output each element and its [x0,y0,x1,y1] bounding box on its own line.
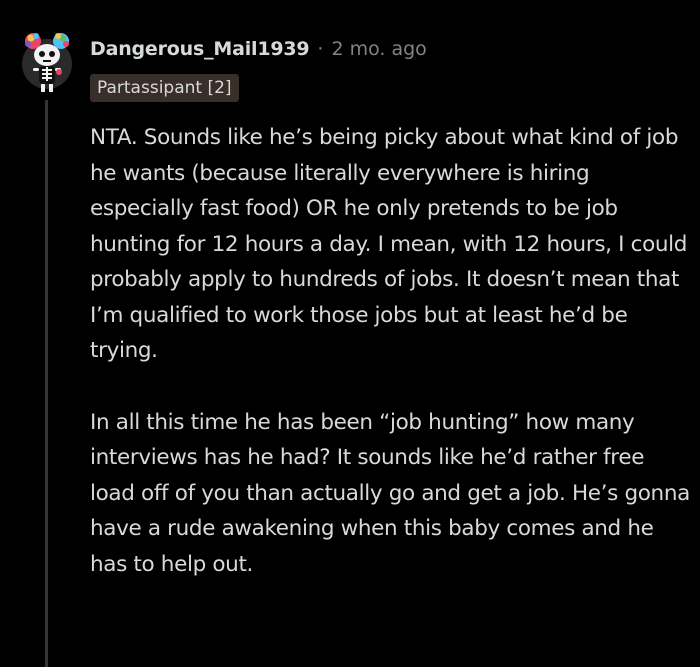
user-flair: Partassipant [2] [90,74,239,102]
author-username[interactable]: Dangerous_Mail1939 [90,38,310,60]
comment-header: Dangerous_Mail1939 · 2 mo. ago [90,34,427,64]
user-avatar-icon[interactable] [20,28,74,98]
meta-separator: · [317,38,324,60]
comment-body: NTA. Sounds like he’s being picky about … [90,120,690,618]
comment-paragraph: In all this time he has been “job huntin… [90,409,690,577]
comment-timestamp[interactable]: 2 mo. ago [331,38,426,60]
comment-paragraph: NTA. Sounds like he’s being picky about … [90,125,688,363]
thread-line[interactable] [45,100,48,667]
comment: Dangerous_Mail1939 · 2 mo. ago Partassip… [0,0,700,667]
